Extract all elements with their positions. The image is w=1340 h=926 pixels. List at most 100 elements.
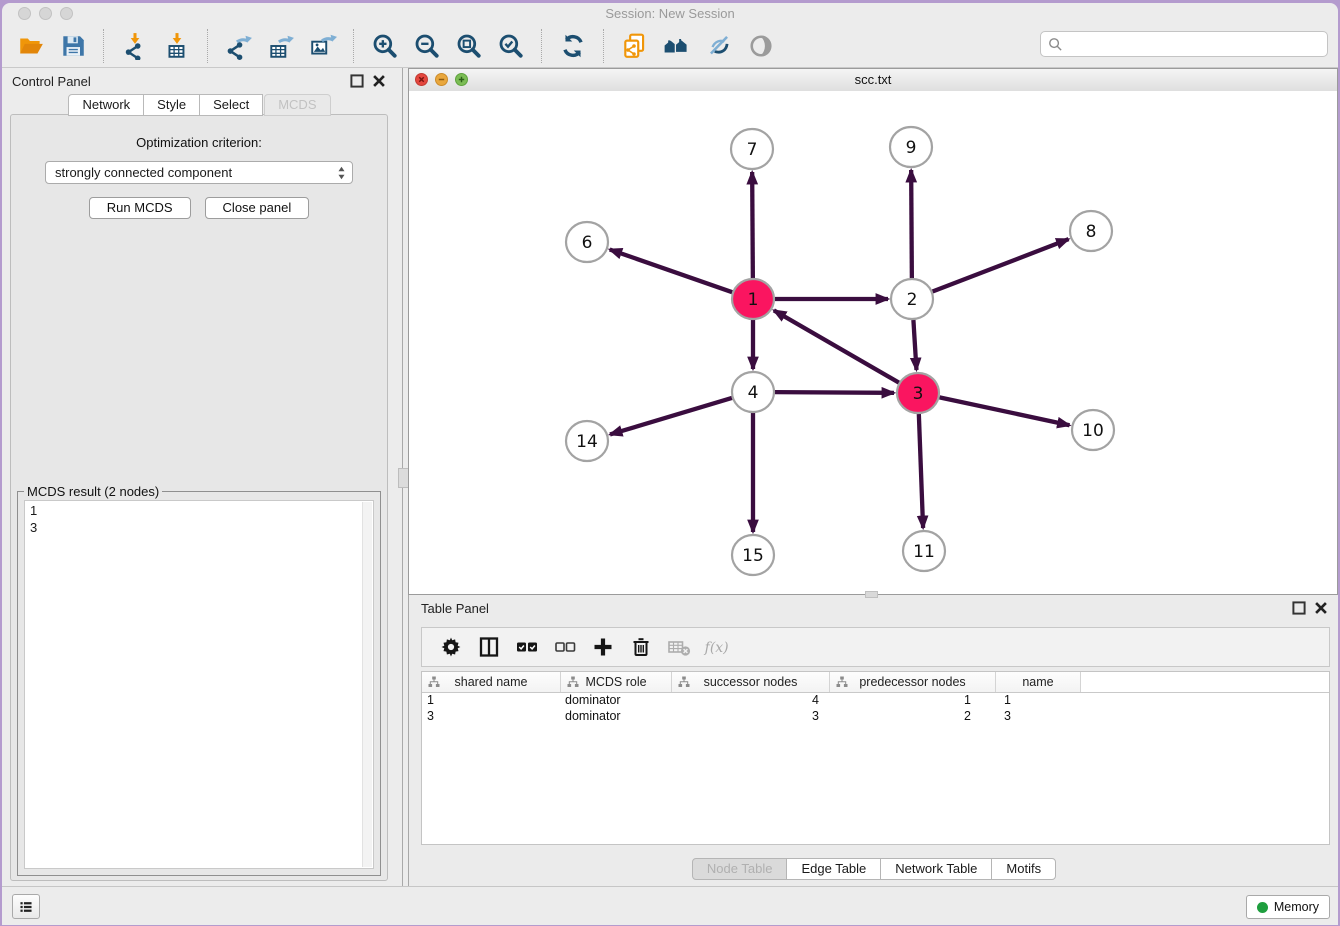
unselect-all-icon[interactable] (551, 633, 579, 661)
cell[interactable]: 1 (830, 693, 996, 709)
export-image-icon[interactable] (308, 31, 338, 61)
delete-table-icon[interactable] (665, 633, 693, 661)
column-header-name[interactable]: name (996, 672, 1081, 692)
add-column-icon[interactable] (589, 633, 617, 661)
list-icon (17, 898, 35, 916)
graph-edge-4-14[interactable] (610, 398, 732, 435)
vertical-splitter[interactable] (402, 68, 403, 887)
tab-edge-table[interactable]: Edge Table (786, 858, 881, 880)
show-hide-eye-icon[interactable] (746, 31, 776, 61)
function-builder-icon[interactable]: f(x) (703, 633, 731, 661)
graph-node-15[interactable]: 15 (732, 535, 774, 575)
graph-edge-2-9[interactable] (911, 170, 912, 278)
memory-button[interactable]: Memory (1246, 895, 1330, 919)
table-body: 1dominator4113dominator323 (422, 693, 1329, 725)
svg-text:15: 15 (742, 546, 764, 566)
first-neighbors-icon[interactable] (662, 31, 692, 61)
column-header-MCDS-role[interactable]: MCDS role (561, 672, 672, 692)
mcds-result-list[interactable]: 13 (24, 500, 374, 869)
open-file-icon[interactable] (16, 31, 46, 61)
table-toolbar: f(x) (421, 627, 1330, 667)
graph-node-2[interactable]: 2 (891, 279, 933, 319)
graph-node-1[interactable]: 1 (732, 279, 774, 319)
graph-node-3[interactable]: 3 (897, 373, 939, 413)
graph-node-10[interactable]: 10 (1072, 410, 1114, 450)
cell[interactable]: 2 (830, 709, 996, 725)
network-canvas[interactable]: 7 9 6 8 1 2 4 3 14 10 15 11 (409, 91, 1337, 594)
graph-edge-2-3[interactable] (913, 320, 916, 370)
copy-network-icon[interactable] (620, 31, 650, 61)
table-header: shared nameMCDS role successor nodes prede… (422, 672, 1329, 693)
search-icon (1048, 37, 1063, 52)
column-header-shared-name[interactable]: shared name (422, 672, 561, 692)
table-close-icon[interactable] (1314, 601, 1328, 615)
tab-motifs[interactable]: Motifs (991, 858, 1056, 880)
cell[interactable]: 4 (672, 693, 830, 709)
graph-node-14[interactable]: 14 (566, 421, 608, 461)
settings-icon[interactable] (437, 633, 465, 661)
graph-edge-3-11[interactable] (919, 414, 923, 528)
result-scrollbar[interactable] (362, 502, 372, 867)
svg-text:8: 8 (1086, 222, 1097, 242)
tab-network[interactable]: Network (68, 94, 144, 116)
select-all-icon[interactable] (513, 633, 541, 661)
tab-node-table[interactable]: Node Table (692, 858, 788, 880)
search-input[interactable] (1067, 36, 1327, 53)
cell[interactable]: dominator (561, 709, 672, 725)
show-columns-icon[interactable] (475, 633, 503, 661)
tab-mcds[interactable]: MCDS (264, 94, 330, 116)
graph-node-9[interactable]: 9 (890, 127, 932, 167)
delete-column-icon[interactable] (627, 633, 655, 661)
zoom-fit-icon[interactable] (454, 31, 484, 61)
run-mcds-button[interactable]: Run MCDS (89, 197, 191, 219)
criterion-select[interactable]: strongly connected component (45, 161, 353, 184)
zoom-out-icon[interactable] (412, 31, 442, 61)
graph-node-4[interactable]: 4 (732, 372, 774, 412)
task-history-button[interactable] (12, 894, 40, 919)
import-network-icon[interactable] (120, 31, 150, 61)
graph-node-8[interactable]: 8 (1070, 211, 1112, 251)
graph-edge-2-8[interactable] (933, 239, 1069, 291)
column-label: successor nodes (704, 675, 798, 689)
graph-edge-3-10[interactable] (940, 397, 1070, 425)
tab-network-table[interactable]: Network Table (880, 858, 992, 880)
network-window-titlebar[interactable]: scc.txt (409, 69, 1337, 92)
save-session-icon[interactable] (58, 31, 88, 61)
graph-edge-1-6[interactable] (610, 249, 732, 292)
network-view-window: scc.txt 7 9 6 8 1 2 4 3 14 10 15 11 (408, 68, 1338, 595)
graph-node-6[interactable]: 6 (566, 222, 608, 262)
graph-node-7[interactable]: 7 (731, 129, 773, 169)
cell[interactable]: dominator (561, 693, 672, 709)
graph-edge-3-1[interactable] (774, 310, 899, 382)
tab-select[interactable]: Select (199, 94, 263, 116)
graph-edge-4-3[interactable] (775, 392, 894, 393)
table-row[interactable]: 3dominator323 (422, 709, 1329, 725)
cell[interactable]: 3 (672, 709, 830, 725)
close-panel-icon[interactable] (372, 74, 386, 88)
zoom-selected-icon[interactable] (496, 31, 526, 61)
graphics-details-icon[interactable] (704, 31, 734, 61)
cell[interactable]: 3 (422, 709, 561, 725)
refresh-view-icon[interactable] (558, 31, 588, 61)
svg-text:14: 14 (576, 432, 598, 452)
cell[interactable]: 1 (996, 693, 1081, 709)
cell[interactable]: 1 (422, 693, 561, 709)
column-header-predecessor-nodes[interactable]: predecessor nodes (830, 672, 996, 692)
tab-style[interactable]: Style (143, 94, 200, 116)
column-header-successor-nodes[interactable]: successor nodes (672, 672, 830, 692)
export-table-icon[interactable] (266, 31, 296, 61)
table-float-icon[interactable] (1292, 601, 1306, 615)
import-table-icon[interactable] (162, 31, 192, 61)
export-network-icon[interactable] (224, 31, 254, 61)
cell[interactable]: 3 (996, 709, 1081, 725)
graph-node-11[interactable]: 11 (903, 531, 945, 571)
select-chevrons-icon (337, 165, 346, 181)
zoom-in-icon[interactable] (370, 31, 400, 61)
table-row[interactable]: 1dominator411 (422, 693, 1329, 709)
float-panel-icon[interactable] (350, 74, 364, 88)
horizontal-splitter-handle[interactable] (865, 591, 878, 598)
close-panel-button[interactable]: Close panel (205, 197, 310, 219)
search-box[interactable] (1040, 31, 1328, 57)
graph-edge-1-7[interactable] (752, 172, 753, 278)
table-panel-title: Table Panel (421, 601, 1284, 616)
